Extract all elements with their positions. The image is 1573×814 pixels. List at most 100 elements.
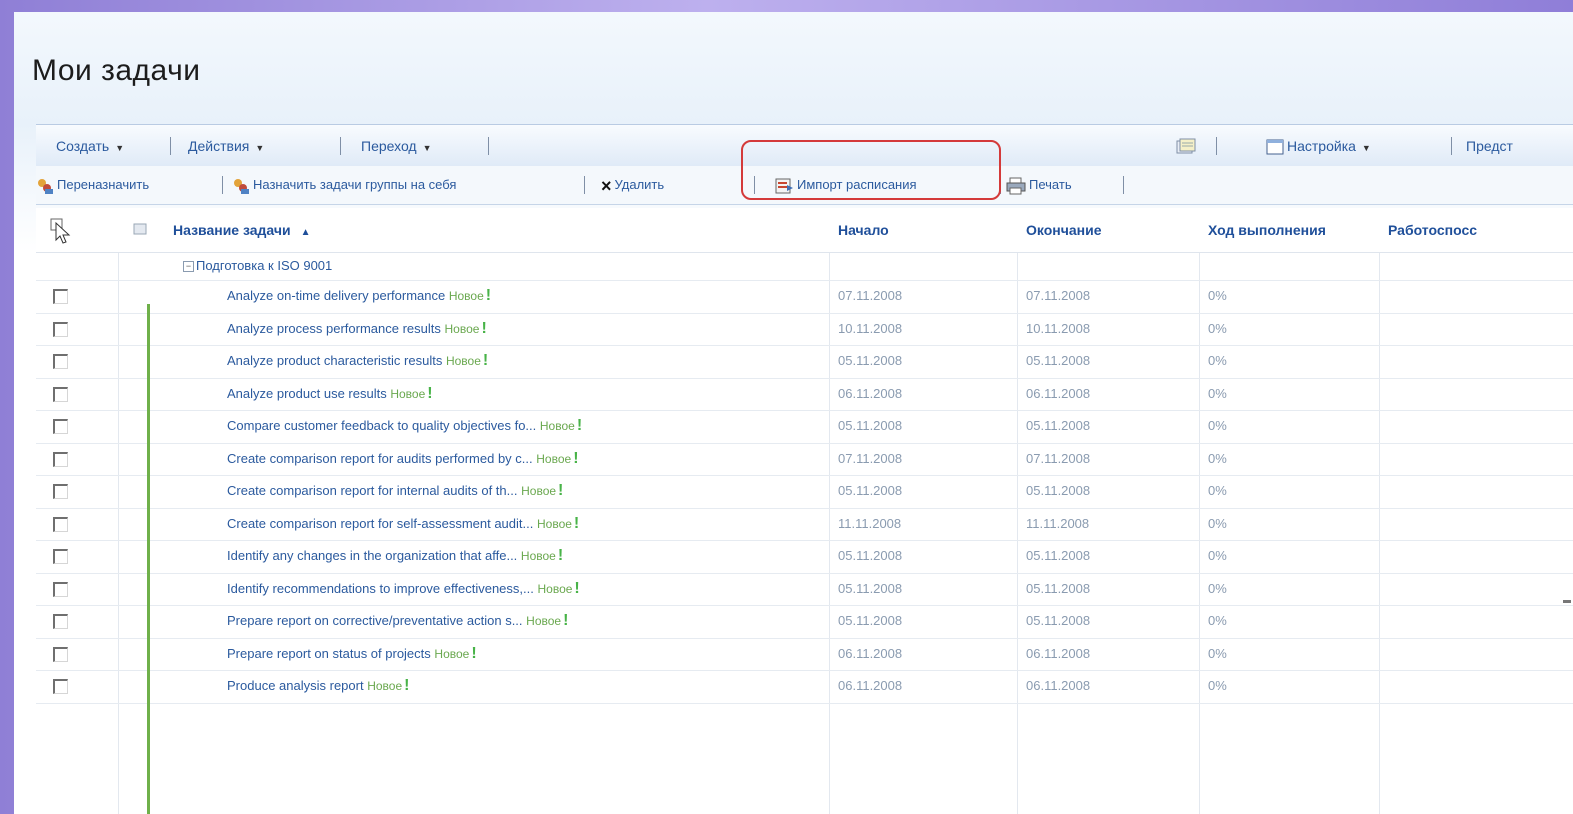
task-name-link[interactable]: Identify any changes in the organization… bbox=[227, 548, 517, 563]
end-date: 10.11.2008 bbox=[1026, 320, 1091, 336]
task-name-link[interactable]: Prepare report on status of projects bbox=[227, 646, 431, 661]
task-name-header-label: Название задачи bbox=[173, 222, 291, 238]
task-name-link[interactable]: Compare customer feedback to quality obj… bbox=[227, 418, 536, 433]
new-exclamation-icon: ! bbox=[573, 449, 579, 467]
new-exclamation-icon: ! bbox=[471, 644, 477, 662]
row-checkbox[interactable] bbox=[53, 354, 68, 369]
new-badge: Новое bbox=[520, 549, 556, 563]
progress-value: 0% bbox=[1208, 678, 1227, 693]
row-checkbox[interactable] bbox=[53, 484, 68, 499]
reassign-button[interactable]: Переназначить bbox=[36, 166, 149, 204]
create-menu-label: Создать bbox=[56, 138, 110, 154]
row-checkbox[interactable] bbox=[53, 614, 68, 629]
view-menu[interactable]: Предст bbox=[1466, 125, 1513, 167]
delete-button[interactable]: × Удалить bbox=[601, 166, 664, 204]
new-exclamation-icon: ! bbox=[404, 677, 410, 694]
progress-value: 0% bbox=[1208, 613, 1227, 628]
group-row[interactable]: − Подготовка к ISO 9001 bbox=[36, 252, 1573, 281]
table-row[interactable]: Compare customer feedback to quality obj… bbox=[36, 410, 1573, 444]
delete-label: Удалить bbox=[614, 177, 665, 192]
end-date: 06.11.2008 bbox=[1026, 385, 1091, 401]
table-row[interactable]: Prepare report on status of projects Нов… bbox=[36, 638, 1573, 671]
column-header-progress[interactable]: Ход выполнения bbox=[1208, 208, 1326, 252]
attachment-icon bbox=[133, 223, 147, 235]
row-checkbox[interactable] bbox=[53, 386, 68, 402]
end-date: 05.11.2008 bbox=[1026, 353, 1091, 368]
new-badge: Новое bbox=[367, 679, 403, 693]
new-badge: Новое bbox=[536, 451, 572, 466]
row-checkbox[interactable] bbox=[53, 321, 68, 337]
column-header-start[interactable]: Начало bbox=[838, 208, 889, 252]
table-row[interactable]: Produce analysis report Новое! 06.11.2008… bbox=[36, 670, 1573, 704]
separator bbox=[584, 176, 585, 194]
task-name-link[interactable]: Analyze product characteristic results bbox=[227, 353, 442, 368]
scrollbar-marker[interactable] bbox=[1563, 600, 1571, 603]
table-row[interactable]: Analyze on-time delivery performance Нов… bbox=[36, 280, 1573, 314]
progress-value: 0% bbox=[1208, 548, 1227, 563]
new-exclamation-icon: ! bbox=[485, 287, 492, 304]
assign-group-button[interactable]: Назначить задачи группы на себя bbox=[232, 166, 456, 204]
task-name-link[interactable]: Analyze process performance results bbox=[227, 321, 441, 336]
datasheet-view-button[interactable] bbox=[1176, 125, 1199, 167]
sort-ascending-icon: ▲ bbox=[300, 227, 311, 238]
create-menu[interactable]: Создать ▼ bbox=[56, 125, 124, 167]
column-header-task-name[interactable]: Название задачи ▲ bbox=[173, 208, 311, 252]
end-date: 05.11.2008 bbox=[1026, 580, 1091, 596]
column-header-end[interactable]: Окончание bbox=[1026, 208, 1101, 252]
row-checkbox[interactable] bbox=[53, 646, 68, 662]
end-date: 06.11.2008 bbox=[1026, 678, 1091, 693]
print-button[interactable]: Печать bbox=[1006, 166, 1072, 204]
task-name-link[interactable]: Analyze product use results bbox=[227, 386, 387, 401]
table-row[interactable]: Analyze product use results Новое! 06.11.… bbox=[36, 378, 1573, 411]
new-exclamation-icon: ! bbox=[482, 352, 489, 369]
row-checkbox[interactable] bbox=[53, 581, 68, 597]
column-header-capacity[interactable]: Работоспосс bbox=[1388, 208, 1477, 252]
start-date: 11.11.2008 bbox=[838, 515, 902, 531]
table-row[interactable]: Create comparison report for internal au… bbox=[36, 475, 1573, 509]
settings-menu[interactable]: Настройка ▼ bbox=[1266, 125, 1371, 167]
task-name-link[interactable]: Create comparison report for self-assess… bbox=[227, 516, 533, 531]
group-label[interactable]: − Подготовка к ISO 9001 bbox=[183, 252, 332, 280]
table-header: Название задачи ▲ Начало Окончание Ход вы… bbox=[36, 208, 1573, 253]
task-name-link[interactable]: Analyze on-time delivery performance bbox=[227, 288, 445, 303]
task-name-cell: Identify any changes in the organization… bbox=[227, 540, 563, 572]
separator bbox=[340, 137, 341, 155]
new-exclamation-icon: ! bbox=[427, 384, 433, 402]
table-row[interactable]: Identify recommendations to improve effe… bbox=[36, 573, 1573, 606]
group-indicator-bar bbox=[147, 304, 150, 814]
collapse-icon[interactable]: − bbox=[183, 261, 194, 273]
table-row[interactable]: Create comparison report for audits perf… bbox=[36, 443, 1573, 476]
progress-value: 0% bbox=[1208, 320, 1227, 336]
new-badge: Новое bbox=[521, 484, 557, 498]
end-date: 05.11.2008 bbox=[1026, 613, 1091, 628]
task-name-cell: Prepare report on status of projects Нов… bbox=[227, 638, 477, 670]
row-checkbox[interactable] bbox=[53, 679, 68, 694]
row-checkbox[interactable] bbox=[53, 289, 68, 304]
task-name-link[interactable]: Create comparison report for audits perf… bbox=[227, 451, 533, 466]
task-name-link[interactable]: Prepare report on corrective/preventativ… bbox=[227, 613, 523, 628]
navigate-menu[interactable]: Переход ▼ bbox=[361, 125, 432, 167]
task-name-link[interactable]: Produce analysis report bbox=[227, 678, 364, 693]
actions-menu[interactable]: Действия ▼ bbox=[188, 125, 264, 167]
new-exclamation-icon: ! bbox=[573, 514, 580, 532]
row-checkbox[interactable] bbox=[53, 516, 68, 532]
row-checkbox[interactable] bbox=[53, 451, 68, 467]
table-row[interactable]: Prepare report on corrective/preventativ… bbox=[36, 605, 1573, 639]
task-name-link[interactable]: Identify recommendations to improve effe… bbox=[227, 581, 534, 596]
dropdown-arrow-icon: ▼ bbox=[255, 143, 265, 153]
table-row[interactable]: Analyze process performance results Ново… bbox=[36, 313, 1573, 346]
new-badge: Новое bbox=[539, 419, 575, 433]
separator bbox=[1123, 176, 1124, 194]
table-row[interactable]: Analyze product characteristic results Н… bbox=[36, 345, 1573, 379]
select-all-cursor-icon[interactable] bbox=[50, 218, 72, 244]
row-checkbox[interactable] bbox=[53, 549, 68, 564]
dropdown-arrow-icon: ▼ bbox=[1361, 143, 1371, 153]
task-name-cell: Identify recommendations to improve effe… bbox=[227, 573, 580, 605]
new-badge: Новое bbox=[536, 516, 572, 531]
new-exclamation-icon: ! bbox=[563, 612, 569, 629]
task-name-link[interactable]: Create comparison report for internal au… bbox=[227, 483, 517, 498]
row-checkbox[interactable] bbox=[53, 419, 68, 434]
table-row[interactable]: Create comparison report for self-assess… bbox=[36, 508, 1573, 541]
settings-menu-label: Настройка bbox=[1287, 138, 1356, 154]
table-row[interactable]: Identify any changes in the organization… bbox=[36, 540, 1573, 574]
